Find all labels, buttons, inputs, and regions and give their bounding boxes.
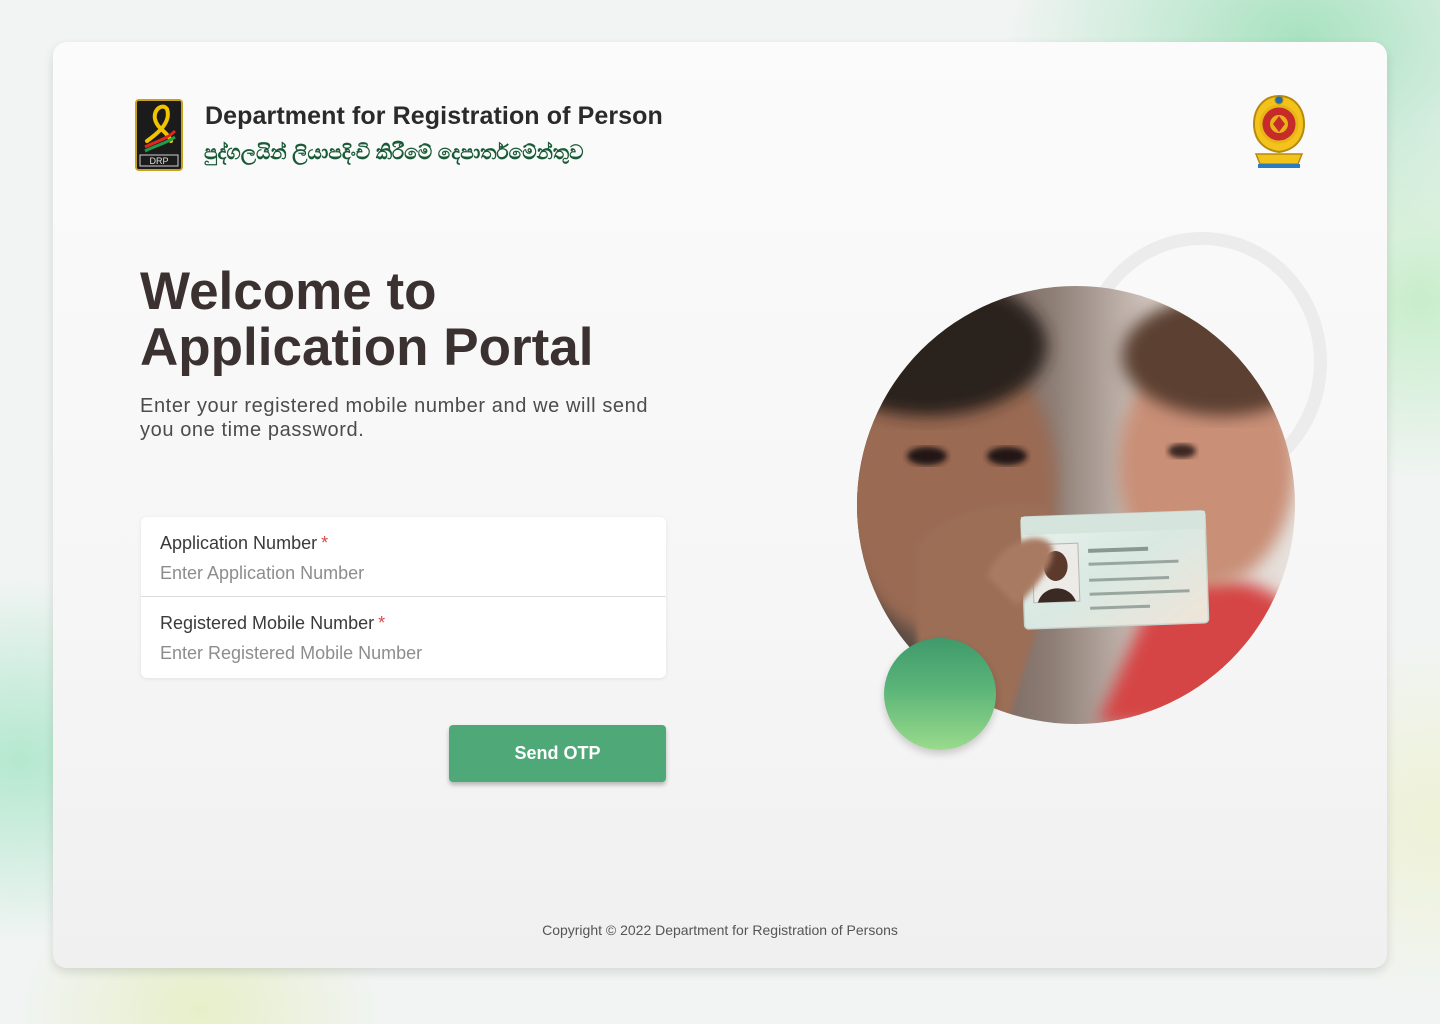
title-line-1: Welcome to (140, 262, 437, 321)
org-name-sinhala: පුද්ගලයින් ලියාපදිංචි කිරීමේ දෙපාර්තමේන්… (204, 142, 584, 164)
page-title: Welcome to Application Portal (140, 264, 593, 376)
required-mark: * (378, 613, 386, 633)
copyright-text: Copyright © 2022 Department for Registra… (542, 922, 898, 938)
mobile-number-label: Registered Mobile Number * (160, 613, 386, 633)
sri-lanka-emblem-icon (1248, 94, 1310, 170)
login-card: DRP Department for Registration of Perso… (53, 42, 1387, 968)
decorative-green-circle (884, 638, 996, 750)
page-subtitle: Enter your registered mobile number and … (140, 395, 649, 441)
title-line-2: Application Portal (140, 318, 594, 377)
application-number-label: Application Number * (160, 533, 329, 553)
required-mark: * (321, 533, 329, 553)
application-number-field: Application Number * (141, 517, 666, 597)
application-number-input[interactable] (160, 559, 640, 587)
send-otp-button[interactable]: Send OTP (449, 725, 666, 782)
drp-logo-text: DRP (149, 156, 168, 166)
drp-logo-icon: DRP (135, 99, 183, 171)
mobile-number-input[interactable] (160, 639, 640, 667)
mobile-number-field: Registered Mobile Number * (141, 597, 666, 677)
login-form: Application Number* Registered Mobile Nu… (141, 517, 666, 678)
org-name-english: Department for Registration of Person (205, 102, 663, 130)
